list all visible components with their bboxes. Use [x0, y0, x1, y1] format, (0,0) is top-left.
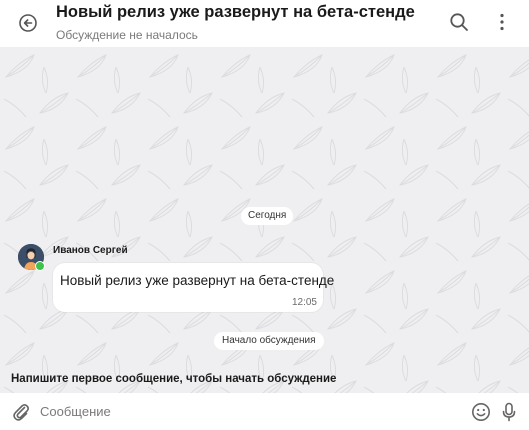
- message-text: Новый релиз уже развернут на бета-стенде: [60, 273, 335, 288]
- more-options-button[interactable]: [490, 9, 514, 35]
- message-composer: [0, 393, 529, 430]
- message-input[interactable]: [38, 399, 462, 423]
- message-bubble[interactable]: Новый релиз уже развернут на бета-стенде…: [53, 263, 334, 312]
- emoji-button[interactable]: [470, 401, 492, 423]
- search-button[interactable]: [446, 9, 472, 35]
- discussion-start-label: Начало обсуждения: [214, 332, 324, 350]
- message-time: 12:05: [291, 297, 317, 308]
- voice-message-button[interactable]: [498, 401, 520, 423]
- more-vertical-icon: [500, 13, 504, 31]
- empty-discussion-hint: Напишите первое сообщение, чтобы начать …: [11, 373, 337, 385]
- chat-window: Новый релиз уже развернут на бета-стенде…: [0, 0, 529, 430]
- chat-header: Новый релиз уже развернут на бета-стенде…: [0, 0, 529, 47]
- message-author[interactable]: Иванов Сергей: [53, 245, 128, 256]
- emoji-icon: [472, 403, 490, 421]
- date-separator: Сегодня: [241, 207, 294, 225]
- microphone-icon: [502, 402, 516, 422]
- search-icon: [450, 13, 468, 31]
- avatar[interactable]: [18, 244, 45, 271]
- back-arrow-icon: [19, 14, 37, 32]
- online-indicator: [35, 261, 45, 271]
- chat-status: Обсуждение не началось: [56, 28, 198, 42]
- paperclip-icon: [13, 404, 29, 421]
- chat-title: Новый релиз уже развернут на бета-стенде: [56, 3, 415, 21]
- back-button[interactable]: [14, 9, 42, 37]
- message-list[interactable]: Сегодня Иванов Сергей Новый релиз уже ра…: [0, 47, 529, 393]
- attach-button[interactable]: [10, 401, 32, 423]
